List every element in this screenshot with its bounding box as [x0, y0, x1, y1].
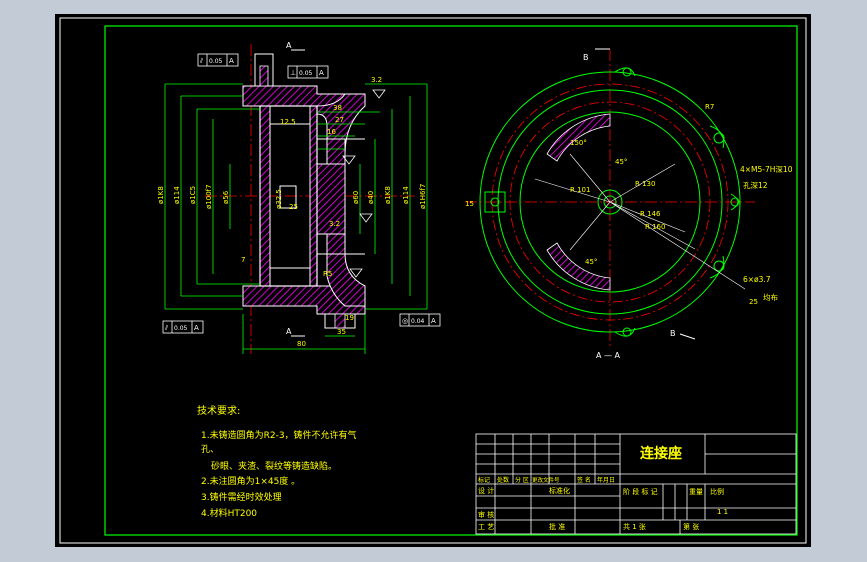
dim-h-4: 80	[297, 340, 306, 348]
dim-right-0: ø60	[352, 191, 360, 204]
dim-h-1: 27	[335, 116, 344, 124]
dim-left-1: ø114	[173, 186, 181, 204]
hatched-wall-right	[309, 105, 318, 287]
radius-1: R 130	[635, 180, 655, 188]
dim-left-4: ø56	[222, 190, 230, 204]
svg-text:A: A	[431, 317, 436, 325]
dim-h-3: 7	[241, 256, 245, 264]
header-cell-1: 处数	[497, 476, 509, 484]
dim-inner-0: ø32.5	[275, 189, 283, 209]
hatched-slot-bottom	[546, 242, 611, 291]
audit: 审 核	[478, 510, 494, 519]
scale-value: 1 1	[717, 508, 728, 516]
misc-0: R7	[705, 103, 714, 111]
roughness-2: 25	[289, 203, 298, 211]
radius-3: R 160	[645, 223, 665, 231]
tech-item-2: 砂眼、夹渣、裂纹等铸造缺陷。	[211, 460, 337, 472]
dim-inner-1: R5	[323, 270, 332, 278]
svg-text:0.05: 0.05	[299, 70, 313, 77]
dim-h-0: 38	[333, 104, 342, 112]
hatched-slot-top	[546, 113, 611, 162]
cut-b-bottom: B	[670, 329, 676, 338]
dim-left-3: ø100f7	[205, 184, 213, 209]
weight-label: 重量	[689, 488, 703, 496]
header-cell-2: 分 区	[515, 476, 529, 484]
title-block-text: 连接座 标记 处数 分 区 更改文件号 签 名 年月日 设 计 标准化 阶 段 …	[478, 445, 728, 531]
svg-text:⊥: ⊥	[290, 69, 296, 77]
svg-text:0.04: 0.04	[411, 318, 425, 325]
section-view: ø1K8 ø114 ø1C5 ø100f7 ø56 ø60 ø40 ø1K8 ø…	[157, 41, 441, 354]
svg-text:⫽: ⫽	[199, 57, 204, 65]
tolerance-frame-3: ◎ 0.04 A	[399, 313, 441, 327]
sheet-border	[59, 17, 807, 544]
tech-heading: 技术要求:	[197, 404, 240, 417]
roughness-0: 3.2	[371, 76, 382, 84]
svg-text:A: A	[319, 69, 324, 77]
stage-label: 阶 段 标 记	[623, 487, 658, 496]
angle-0: 150°	[570, 139, 587, 147]
approve: 批 准	[549, 522, 565, 531]
cut-a-top: A	[286, 41, 292, 50]
scale-label: 比例	[710, 487, 724, 496]
sheets-total: 共 1 张	[623, 522, 646, 531]
dim-right-3: ø114	[402, 186, 410, 204]
title-block	[475, 433, 797, 535]
technical-requirements: 技术要求: 1.未铸造圆角为R2-3，铸件不允许有气 孔、 砂眼、夹渣、裂纹等铸…	[197, 404, 357, 519]
angle-1: 45°	[615, 158, 627, 166]
drawing-canvas: ø1K8 ø114 ø1C5 ø100f7 ø56 ø60 ø40 ø1K8 ø…	[59, 17, 807, 544]
cut-b-top: B	[583, 53, 589, 62]
tech-item-4: 3.铸件需经时效处理	[201, 491, 282, 503]
radius-2: R 146	[640, 210, 661, 218]
roughness-3: 3.2	[329, 220, 340, 228]
tech-item-5: 4.材料HT200	[201, 507, 257, 519]
dim-h-2: 16	[327, 128, 336, 136]
plan-view: 150° 45° 45° R 101 R 130 R 146 R 160 4×M…	[465, 48, 793, 360]
svg-text:A: A	[229, 57, 234, 65]
roughness-1: 12.5	[280, 118, 296, 126]
cad-viewport[interactable]: ø1K8 ø114 ø1C5 ø100f7 ø56 ø60 ø40 ø1K8 ø…	[55, 14, 811, 547]
tech-item-1: 孔、	[201, 444, 219, 455]
row-standard: 标准化	[549, 486, 570, 495]
view-a-label: A — A	[596, 351, 621, 360]
dim-left-0: ø1K8	[157, 186, 165, 204]
tolerance-frame-2: ⫽ 0.05 A	[162, 320, 204, 334]
tech-item-3: 2.未注圆角为1×45度 。	[201, 475, 300, 487]
part-name: 连接座	[640, 445, 682, 462]
dim-right-4: ø1H6f7	[419, 184, 427, 209]
process: 工 艺	[478, 523, 494, 531]
sheet-no: 第 张	[683, 522, 699, 531]
hole-spec-1: 孔深12	[743, 181, 768, 190]
svg-text:A: A	[194, 324, 199, 332]
header-cell-5: 年月日	[597, 476, 615, 484]
misc-2: 25	[749, 298, 758, 306]
hole-spec-0: 4×M5-7H深10	[740, 165, 793, 174]
cut-a-bottom: A	[286, 327, 292, 336]
tech-item-0: 1.未铸造圆角为R2-3，铸件不允许有气	[201, 429, 357, 441]
radius-0: R 101	[570, 186, 590, 194]
tolerance-frame-1: ⊥ 0.05 A	[287, 65, 329, 79]
dim-h-5: 35	[337, 328, 346, 336]
dim-right-2: ø1K8	[384, 186, 392, 204]
svg-text:0.05: 0.05	[209, 58, 223, 65]
dim-h-6: 19	[345, 314, 354, 322]
hole-spec-2: 6×ø3.7	[743, 275, 771, 284]
misc-1: 15	[465, 200, 474, 208]
row-design: 设 计	[478, 486, 494, 495]
svg-text:◎: ◎	[402, 317, 408, 325]
hatched-wall-left	[259, 105, 271, 287]
tolerance-frame-0: ⫽ 0.05 A	[197, 53, 239, 67]
angle-2: 45°	[585, 258, 597, 266]
header-cell-3: 更改文件号	[532, 476, 560, 484]
dim-left-2: ø1C5	[189, 186, 197, 204]
svg-text:⫽: ⫽	[164, 324, 169, 332]
dim-right-1: ø40	[367, 191, 375, 204]
header-cell-0: 标记	[478, 476, 490, 484]
svg-text:0.05: 0.05	[174, 325, 188, 332]
header-cell-4: 签 名	[577, 476, 591, 484]
distribution: 均布	[763, 292, 778, 302]
